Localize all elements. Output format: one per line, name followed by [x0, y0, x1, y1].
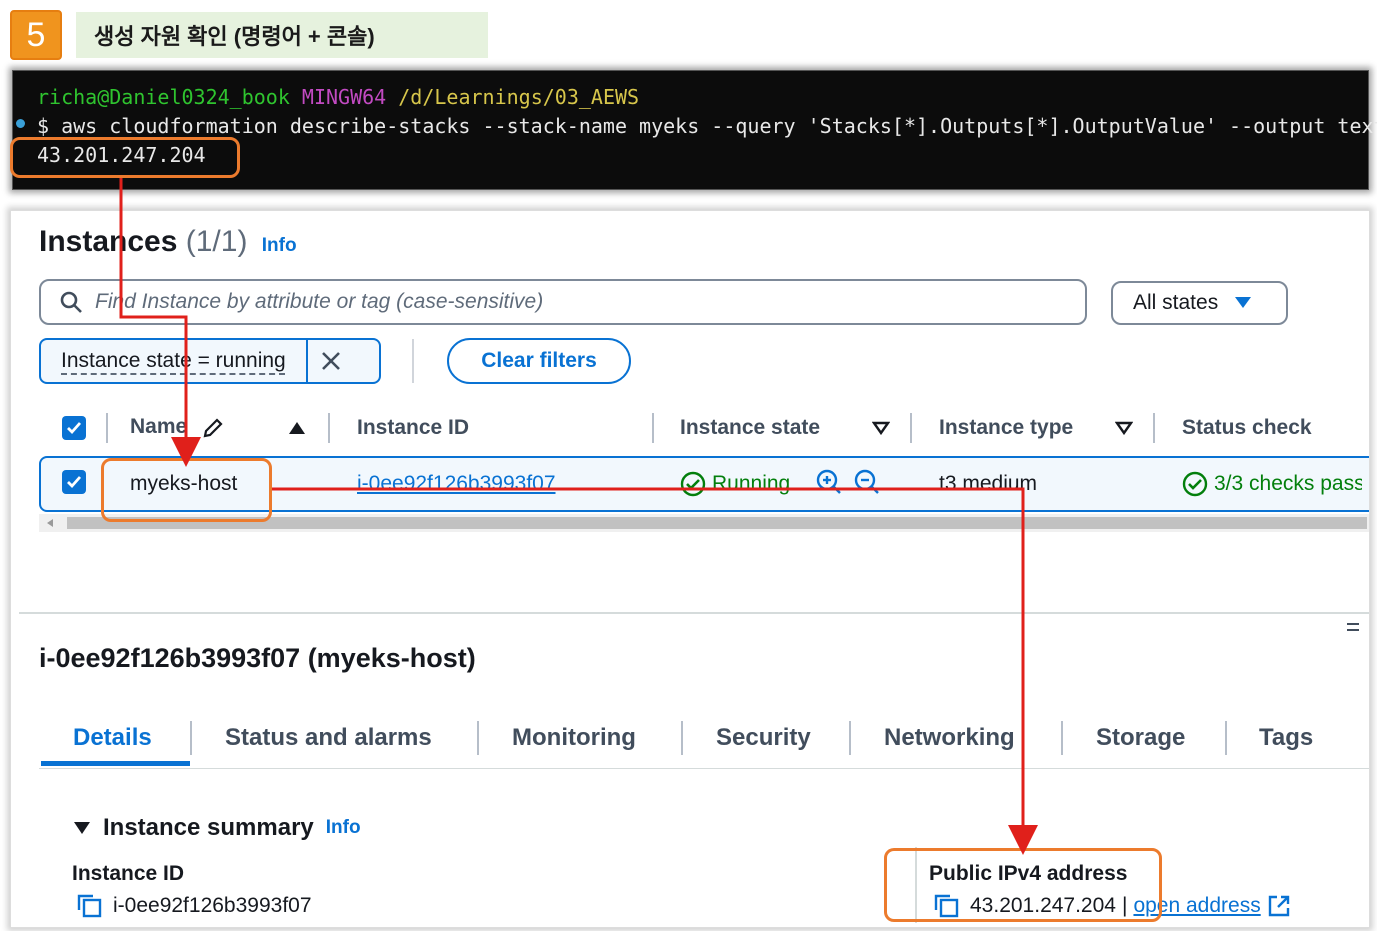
annotation-arrows	[119, 178, 1038, 855]
arrow-instance-to-public-ip	[272, 487, 1038, 855]
arrow-output-to-instance	[119, 178, 201, 467]
